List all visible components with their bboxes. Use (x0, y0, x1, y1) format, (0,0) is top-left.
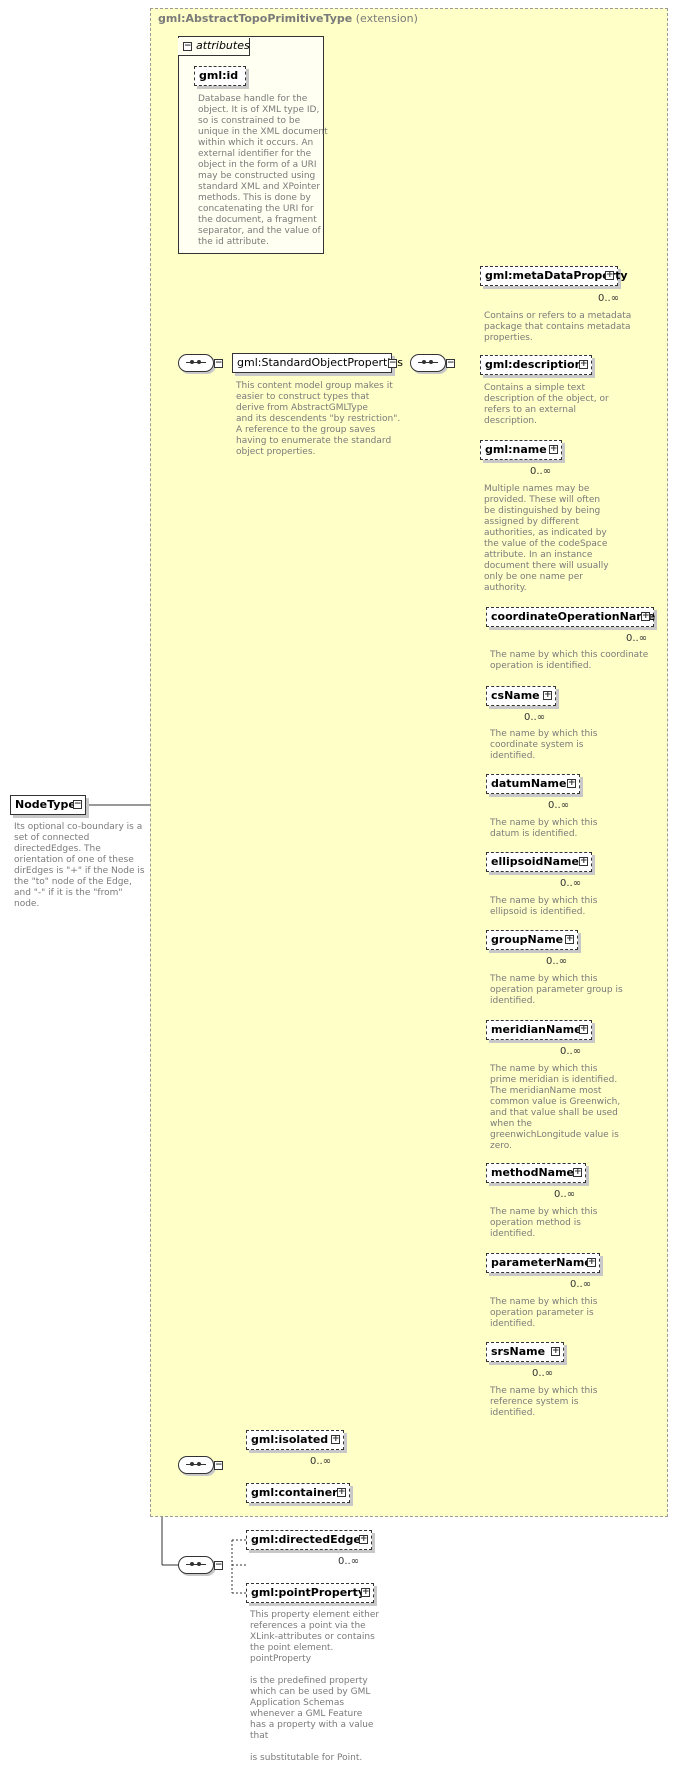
element-csname-desc: The name by which this coordinate system… (490, 729, 598, 761)
group-standard-object-properties-desc: This content model group makes it easier… (236, 381, 401, 457)
element-csname-cardinality: 0..∞ (524, 712, 546, 723)
element-methodname-cardinality: 0..∞ (554, 1189, 576, 1200)
element-ellipsoidname-desc: The name by which this ellipsoid is iden… (490, 896, 598, 917)
element-name-cardinality: 0..∞ (530, 466, 552, 477)
element-coordinateoperationname[interactable]: coordinateOperationName + (486, 607, 656, 627)
collapse-icon[interactable]: − (214, 359, 223, 368)
element-metadataproperty[interactable]: gml:metaDataProperty + (480, 266, 628, 286)
expand-icon[interactable]: + (641, 612, 650, 621)
element-groupname-label: groupName (491, 933, 564, 946)
element-srsname-cardinality: 0..∞ (532, 1368, 554, 1379)
expand-icon[interactable]: + (359, 1535, 368, 1544)
element-isolated[interactable]: gml:isolated + (246, 1430, 344, 1450)
element-pointproperty-desc: This property element either references … (250, 1610, 380, 1763)
element-directededge-cardinality: 0..∞ (338, 1556, 360, 1567)
element-srsname[interactable]: srsName + (486, 1342, 564, 1362)
element-container-label: gml:container (251, 1486, 338, 1499)
element-pointproperty-label: gml:pointProperty (251, 1586, 366, 1599)
collapse-icon[interactable]: − (214, 1561, 223, 1570)
element-datumname-cardinality: 0..∞ (548, 800, 570, 811)
sequence-compositor-icon[interactable] (178, 354, 214, 372)
element-isolated-label: gml:isolated (251, 1433, 329, 1446)
expand-icon[interactable]: + (573, 1168, 582, 1177)
attribute-gml-id-desc: Database handle for the object. It is of… (198, 94, 328, 247)
expand-icon[interactable]: + (549, 445, 558, 454)
element-directededge-label: gml:directedEdge (251, 1533, 361, 1546)
element-parametername[interactable]: parameterName + (486, 1253, 600, 1273)
element-ellipsoidname[interactable]: ellipsoidName + (486, 852, 592, 872)
element-metadataproperty-cardinality: 0..∞ (598, 293, 620, 304)
element-isolated-cardinality: 0..∞ (310, 1456, 332, 1467)
expand-icon[interactable]: + (587, 1258, 596, 1267)
element-groupname[interactable]: groupName + (486, 930, 578, 950)
element-ellipsoidname-label: ellipsoidName (491, 855, 579, 868)
element-metadataproperty-desc: Contains or refers to a metadata package… (484, 311, 632, 343)
collapse-icon[interactable]: − (446, 359, 455, 368)
element-meridianname[interactable]: meridianName + (486, 1020, 592, 1040)
expand-icon[interactable]: + (331, 1435, 340, 1444)
element-ellipsoidname-cardinality: 0..∞ (560, 878, 582, 889)
root-element-desc: Its optional co-boundary is a set of con… (14, 822, 145, 909)
element-description-desc: Contains a simple text description of th… (484, 383, 609, 426)
expand-icon[interactable]: + (543, 691, 552, 700)
sequence-compositor-icon[interactable] (178, 1456, 214, 1474)
expand-icon[interactable]: + (567, 779, 576, 788)
element-methodname-label: methodName (491, 1166, 574, 1179)
element-methodname[interactable]: methodName + (486, 1163, 586, 1183)
element-csname-label: csName (491, 689, 540, 702)
element-description-label: gml:description (485, 358, 583, 371)
expand-icon[interactable]: + (579, 857, 588, 866)
element-parametername-label: parameterName (491, 1256, 592, 1269)
group-standard-object-properties[interactable]: gml:StandardObjectProperties (232, 353, 403, 373)
element-container[interactable]: gml:container + (246, 1483, 350, 1503)
collapse-icon[interactable]: − (73, 800, 82, 809)
collapse-icon[interactable]: − (388, 359, 397, 368)
expand-icon[interactable]: + (579, 360, 588, 369)
element-groupname-desc: The name by which this operation paramet… (490, 974, 623, 1006)
element-name-desc: Multiple names may be provided. These wi… (484, 484, 609, 593)
attributes-header[interactable]: − attributes (178, 38, 250, 56)
group-standard-object-properties-label: gml:StandardObjectProperties (237, 356, 403, 369)
expand-icon[interactable]: + (361, 1588, 370, 1597)
element-name[interactable]: gml:name + (480, 440, 562, 460)
extension-title: gml:AbstractTopoPrimitiveType (extension… (158, 12, 418, 25)
expand-icon[interactable]: + (551, 1347, 560, 1356)
expand-icon[interactable]: + (605, 271, 614, 280)
root-element-nodetype[interactable]: NodeType − (10, 795, 86, 815)
element-datumname-label: datumName (491, 777, 567, 790)
element-parametername-cardinality: 0..∞ (570, 1279, 592, 1290)
element-meridianname-desc: The name by which this prime meridian is… (490, 1064, 621, 1151)
extension-kind: (extension) (355, 12, 418, 25)
element-meridianname-cardinality: 0..∞ (560, 1046, 582, 1057)
sequence-compositor-icon[interactable] (178, 1556, 214, 1574)
expand-icon[interactable]: + (579, 1025, 588, 1034)
root-element-label: NodeType (15, 798, 76, 811)
collapse-icon[interactable]: − (214, 1461, 223, 1470)
element-methodname-desc: The name by which this operation method … (490, 1207, 598, 1239)
element-csname[interactable]: csName + (486, 686, 556, 706)
element-coordinateoperationname-desc: The name by which this coordinate operat… (490, 650, 649, 671)
collapse-icon[interactable]: − (183, 42, 192, 51)
element-parametername-desc: The name by which this operation paramet… (490, 1297, 598, 1329)
attributes-header-label: attributes (196, 39, 250, 52)
element-name-label: gml:name (485, 443, 547, 456)
attribute-gml-id[interactable]: gml:id (194, 66, 246, 86)
expand-icon[interactable]: + (337, 1488, 346, 1497)
element-datumname[interactable]: datumName + (486, 774, 580, 794)
element-meridianname-label: meridianName (491, 1023, 582, 1036)
element-datumname-desc: The name by which this datum is identifi… (490, 818, 598, 839)
sequence-compositor-icon[interactable] (410, 354, 446, 372)
extension-type-name: gml:AbstractTopoPrimitiveType (158, 12, 353, 25)
element-coordinateoperationname-label: coordinateOperationName (491, 610, 656, 623)
element-srsname-label: srsName (491, 1345, 546, 1358)
element-srsname-desc: The name by which this reference system … (490, 1386, 598, 1418)
attribute-gml-id-label: gml:id (199, 69, 239, 82)
element-groupname-cardinality: 0..∞ (546, 956, 568, 967)
element-directededge[interactable]: gml:directedEdge + (246, 1530, 372, 1550)
expand-icon[interactable]: + (565, 935, 574, 944)
element-description[interactable]: gml:description + (480, 355, 592, 375)
element-coordinateoperationname-cardinality: 0..∞ (626, 633, 648, 644)
element-pointproperty[interactable]: gml:pointProperty + (246, 1583, 374, 1603)
